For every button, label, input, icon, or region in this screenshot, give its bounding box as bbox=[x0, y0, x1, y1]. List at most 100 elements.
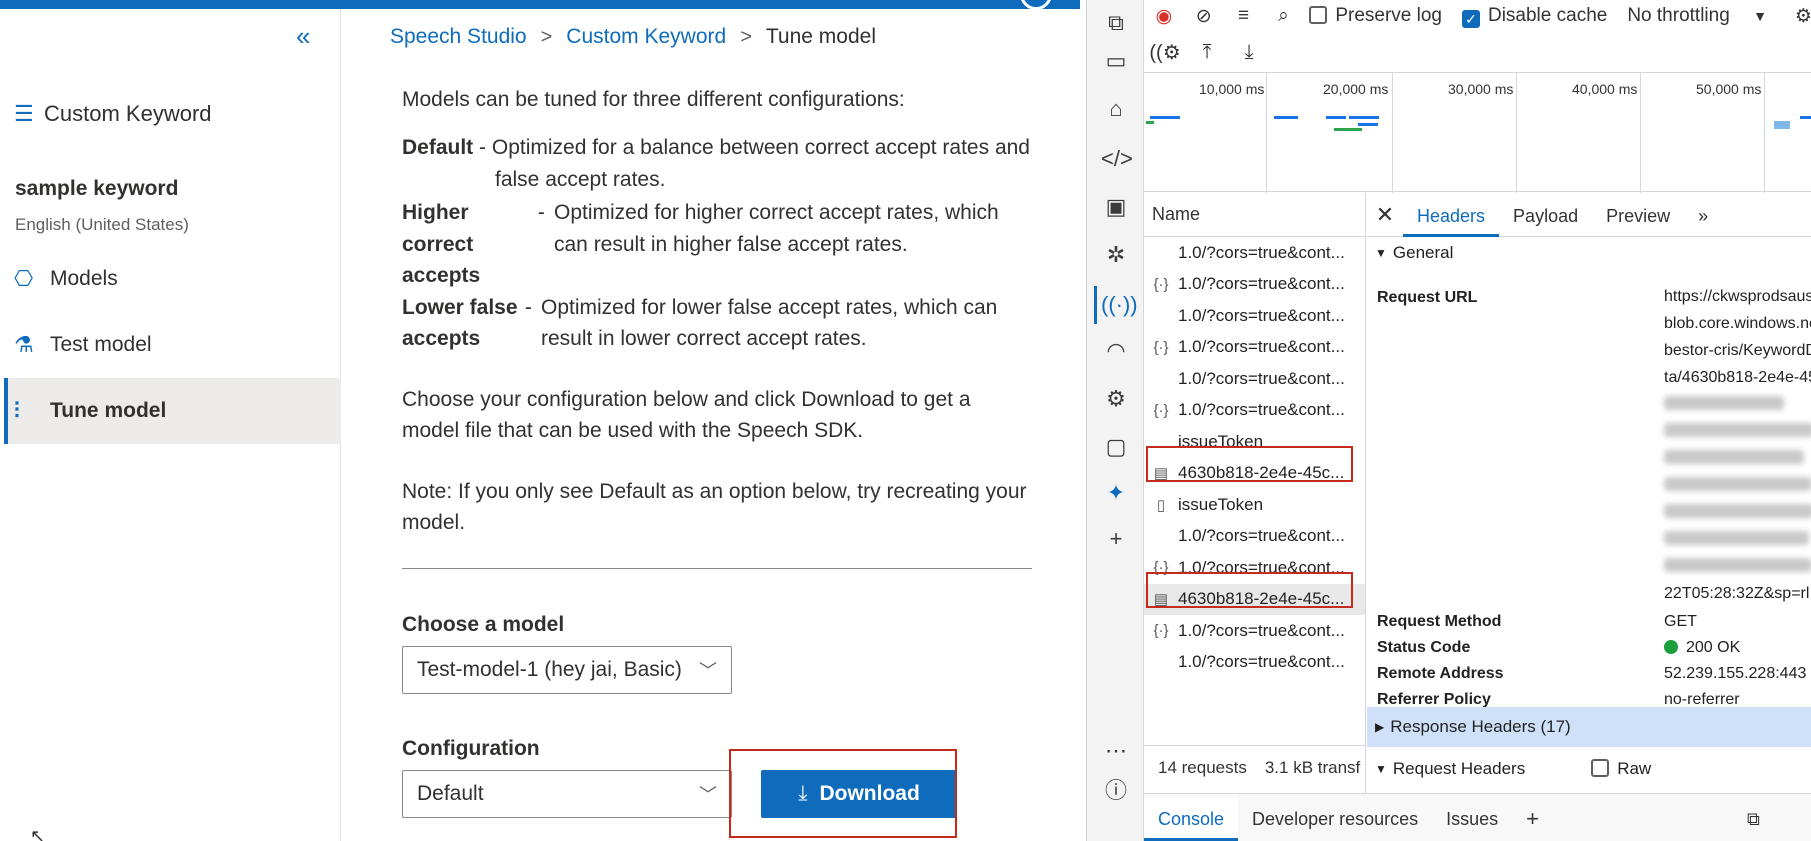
request-row[interactable]: 1.0/?cors=true&cont... bbox=[1144, 521, 1365, 553]
models-icon: ⎔ bbox=[14, 266, 34, 291]
fetch-icon: {·} bbox=[1153, 338, 1169, 356]
request-row[interactable]: {·} 1.0/?cors=true&cont... bbox=[1144, 395, 1365, 427]
sidebar-item-models[interactable]: ⎔ Models bbox=[4, 246, 341, 312]
tab-preview[interactable]: Preview bbox=[1592, 193, 1684, 237]
request-highlight-box bbox=[1146, 446, 1353, 482]
config-term: accepts bbox=[402, 264, 481, 287]
add-tab-icon[interactable]: + bbox=[1512, 797, 1553, 841]
request-row[interactable]: 1.0/?cors=true&cont... bbox=[1144, 237, 1365, 269]
home-icon[interactable]: ⌂ bbox=[1101, 94, 1131, 124]
timeline-bar bbox=[1800, 116, 1811, 119]
request-row[interactable]: ▯ issueToken bbox=[1144, 489, 1365, 521]
dock-icon[interactable]: ⧉ bbox=[1733, 797, 1774, 841]
main-content: Speech Studio > Custom Keyword > Tune mo… bbox=[342, 9, 1080, 841]
record-stop-icon[interactable]: ◉ bbox=[1144, 5, 1184, 28]
tab-console[interactable]: Console bbox=[1144, 797, 1239, 841]
preserve-log-checkbox[interactable]: Preserve log bbox=[1309, 5, 1442, 27]
breadcrumb: Speech Studio > Custom Keyword > Tune mo… bbox=[390, 25, 876, 49]
tab-developer-resources[interactable]: Developer resources bbox=[1238, 797, 1432, 841]
response-headers-section[interactable]: ▶ Response Headers (17) bbox=[1367, 707, 1811, 747]
memory-chip-icon[interactable]: ⚙ bbox=[1101, 384, 1131, 414]
elements-icon[interactable]: </> bbox=[1101, 144, 1133, 174]
config-term: Default bbox=[402, 136, 474, 159]
keyword-name: sample keyword bbox=[15, 177, 179, 200]
tab-issues[interactable]: Issues bbox=[1432, 797, 1512, 841]
console-icon[interactable]: ▣ bbox=[1101, 192, 1131, 222]
window-icon[interactable]: ▭ bbox=[1101, 46, 1131, 76]
config-desc: Optimized for higher correct accept rate… bbox=[554, 201, 999, 224]
performance-icon[interactable]: ◠ bbox=[1101, 336, 1131, 366]
caret-right-icon: ▶ bbox=[1375, 720, 1385, 734]
more-icon[interactable]: ⋯ bbox=[1101, 736, 1131, 766]
settings-gear-icon[interactable]: ⚙ bbox=[1795, 5, 1811, 28]
clear-icon[interactable]: ⊘ bbox=[1184, 5, 1224, 28]
caret-down-icon: ▼ bbox=[1375, 762, 1387, 776]
throttling-select[interactable]: No throttling ▼ bbox=[1627, 5, 1767, 27]
sidebar-item-test-model[interactable]: ⚗ Test model bbox=[4, 312, 341, 378]
request-row[interactable]: 1.0/?cors=true&cont... bbox=[1144, 647, 1365, 679]
request-headers-title: Request Headers bbox=[1392, 759, 1526, 778]
export-har-icon[interactable]: ⤓ bbox=[1228, 41, 1270, 64]
application-icon[interactable]: ▢ bbox=[1101, 432, 1131, 462]
collapse-sidebar-icon[interactable]: « bbox=[296, 23, 310, 49]
request-url-line: ta/4630b818-2e4e-45c bbox=[1664, 369, 1811, 386]
download-highlight-box bbox=[729, 749, 957, 838]
disable-cache-checkbox[interactable]: ✓ Disable cache bbox=[1461, 5, 1607, 28]
speech-studio-app: « ☰ Custom Keyword sample keyword Englis… bbox=[0, 0, 1080, 841]
name-column-header[interactable]: Name bbox=[1144, 193, 1365, 237]
config-desc: Optimized for a balance between correct … bbox=[491, 136, 1030, 159]
request-headers-section[interactable]: ▼ Request Headers Raw bbox=[1367, 749, 1811, 789]
divider bbox=[402, 568, 1032, 569]
cursor-icon: ↖ bbox=[30, 826, 46, 841]
model-dropdown[interactable]: Test-model-1 (hey jai, Basic) ﹀ bbox=[402, 646, 732, 694]
request-name: 1.0/?cors=true&cont... bbox=[1178, 274, 1345, 294]
timeline-bar bbox=[1326, 116, 1346, 119]
configuration-dropdown[interactable]: Default ﹀ bbox=[402, 770, 732, 818]
request-row[interactable]: {·} 1.0/?cors=true&cont... bbox=[1144, 615, 1365, 647]
timeline-label: 10,000 ms bbox=[1199, 81, 1265, 97]
request-name: 1.0/?cors=true&cont... bbox=[1178, 337, 1345, 357]
remote-address-value: 52.239.155.228:443 bbox=[1664, 665, 1807, 682]
filter-icon[interactable]: ≡ bbox=[1224, 5, 1264, 27]
general-section-header[interactable]: ▼ General bbox=[1367, 237, 1811, 269]
sources-bug-icon[interactable]: ✲ bbox=[1101, 240, 1131, 270]
request-row[interactable]: {·} 1.0/?cors=true&cont... bbox=[1144, 332, 1365, 364]
more-tabs-icon[interactable]: » bbox=[1684, 193, 1722, 237]
model-label: Choose a model bbox=[402, 613, 565, 636]
extension-icon[interactable]: ✦ bbox=[1101, 478, 1131, 508]
timeline-bar bbox=[1146, 121, 1154, 124]
network-overview-timeline[interactable]: 10,000 ms 20,000 ms 30,000 ms 40,000 ms … bbox=[1144, 72, 1811, 193]
tab-headers[interactable]: Headers bbox=[1403, 193, 1500, 237]
fetch-icon: {·} bbox=[1153, 275, 1169, 293]
caret-down-icon: ▼ bbox=[1753, 8, 1767, 24]
import-har-icon[interactable]: ⤒ bbox=[1186, 41, 1228, 64]
device-toggle-icon[interactable]: ⧉ bbox=[1101, 8, 1131, 38]
close-icon[interactable]: ✕ bbox=[1367, 202, 1403, 228]
request-name: 1.0/?cors=true&cont... bbox=[1178, 242, 1345, 262]
tab-payload[interactable]: Payload bbox=[1499, 193, 1592, 237]
request-row[interactable]: 1.0/?cors=true&cont... bbox=[1144, 363, 1365, 395]
network-wifi-icon[interactable]: ((·)) bbox=[1101, 290, 1138, 320]
search-icon[interactable]: ⌕ bbox=[1263, 5, 1303, 27]
request-row[interactable]: 1.0/?cors=true&cont... bbox=[1144, 300, 1365, 332]
request-name: 1.0/?cors=true&cont... bbox=[1178, 305, 1345, 325]
request-name: issueToken bbox=[1178, 494, 1264, 514]
network-toolbar: ◉ ⊘ ≡ ⌕ Preserve log ✓ Disable cache No t… bbox=[1144, 0, 1811, 32]
request-row[interactable]: {·} 1.0/?cors=true&cont... bbox=[1144, 269, 1365, 301]
config-sep: - bbox=[519, 296, 538, 319]
help-icon[interactable]: ⓘ bbox=[1101, 776, 1131, 806]
general-title: General bbox=[1392, 243, 1454, 262]
sidebar-item-tune-model[interactable]: ⫶ Tune model bbox=[4, 378, 341, 444]
remote-address-label: Remote Address bbox=[1377, 665, 1504, 682]
request-url-line: https://ckwsprodsause bbox=[1664, 288, 1811, 305]
network-conditions-icon[interactable]: ((⚙ bbox=[1144, 40, 1186, 65]
sidebar-header[interactable]: ☰ Custom Keyword bbox=[14, 101, 212, 127]
timeline-gridline bbox=[1764, 73, 1765, 193]
request-name: 1.0/?cors=true&cont... bbox=[1178, 400, 1345, 420]
breadcrumb-custom-keyword[interactable]: Custom Keyword bbox=[566, 25, 726, 49]
checkbox-unchecked-icon bbox=[1309, 6, 1328, 24]
add-tool-icon[interactable]: + bbox=[1101, 524, 1131, 554]
breadcrumb-speech-studio[interactable]: Speech Studio bbox=[390, 25, 527, 49]
request-name: 1.0/?cors=true&cont... bbox=[1178, 368, 1345, 388]
raw-checkbox[interactable]: Raw bbox=[1591, 759, 1651, 779]
